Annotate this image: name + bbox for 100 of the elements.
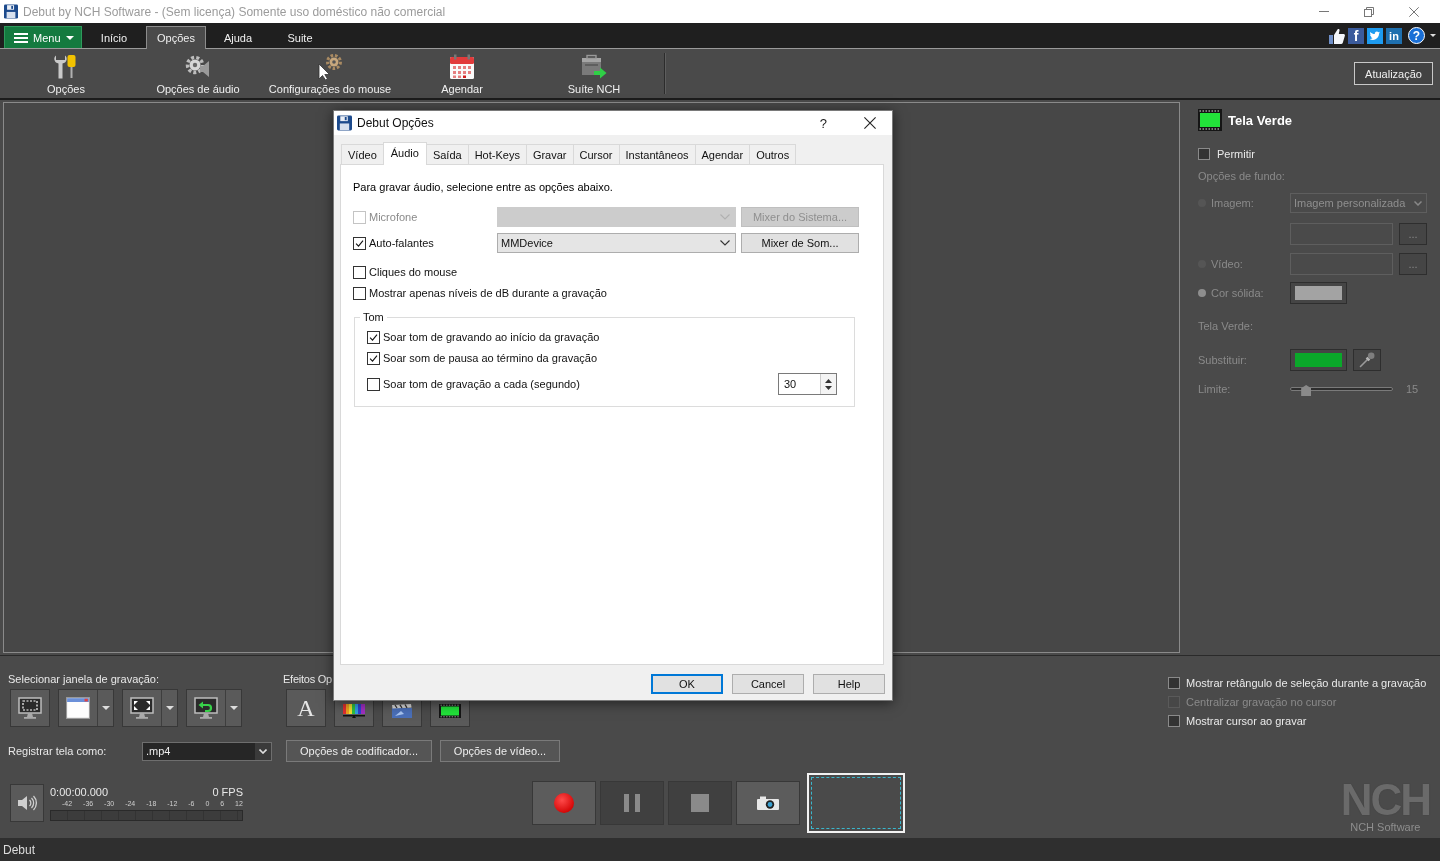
checkbox[interactable] <box>1168 714 1180 727</box>
toolbar-button[interactable]: Configurações do mouse <box>264 49 396 98</box>
field-label: Registrar tela como: <box>8 745 108 757</box>
section-label: Opções de fundo: <box>1198 170 1285 182</box>
snapshot-button[interactable] <box>736 781 800 825</box>
format-dropdown[interactable]: .mp4 <box>142 741 272 761</box>
section-label: Tela Verde: <box>1198 320 1254 332</box>
checkbox-label: Soar tom de gravação a cada (segundo) <box>383 378 580 390</box>
menu-tab[interactable]: Início <box>84 26 144 48</box>
help-button[interactable]: ? <box>819 115 827 131</box>
dialog-tab[interactable]: Vídeo <box>341 144 384 164</box>
speaker-icon <box>17 795 37 811</box>
slider-value: 15 <box>1406 383 1419 395</box>
mixer-button[interactable]: Mixer de Som... <box>741 233 859 253</box>
device-dropdown[interactable]: MMDevice <box>497 233 736 253</box>
caret-icon[interactable] <box>1430 34 1436 37</box>
section-label: Selecionar janela de gravação: <box>8 672 160 686</box>
stop-icon <box>691 794 709 812</box>
section-label: Efeitos Op <box>283 672 332 686</box>
dialog-button[interactable]: Cancel <box>732 674 804 694</box>
linkedin-button[interactable]: in <box>1386 27 1402 44</box>
capture-mode-button[interactable] <box>10 689 50 727</box>
checkbox-label: Soar som de pausa ao término da gravação <box>383 352 598 364</box>
caret-icon <box>720 214 730 220</box>
calendar-icon <box>449 54 475 80</box>
down-arrow-icon[interactable] <box>825 385 832 390</box>
capture-mode-button[interactable] <box>58 689 114 727</box>
caret-icon <box>229 706 238 710</box>
film-icon <box>439 704 461 718</box>
caret-icon <box>101 706 110 710</box>
number-field[interactable]: 30 <box>778 373 837 395</box>
volume-button[interactable] <box>10 784 44 822</box>
dialog-tab[interactable]: Áudio <box>382 142 427 165</box>
toolbar-button[interactable]: Opções <box>0 49 132 98</box>
dialog-tab[interactable]: Agendar <box>694 144 751 164</box>
eyedropper-button[interactable] <box>1353 349 1381 371</box>
checkbox[interactable] <box>1168 676 1180 689</box>
fullscreen-monitor-icon <box>130 697 154 719</box>
text-effect-button[interactable]: A <box>286 689 326 727</box>
camera-icon <box>757 796 779 810</box>
toolbar-button[interactable]: Suíte NCH <box>528 49 660 98</box>
dialog-button[interactable]: Help <box>813 674 885 694</box>
caret-icon <box>66 35 74 40</box>
checkbox[interactable] <box>353 265 366 279</box>
gear-speaker-icon <box>185 54 211 80</box>
menu-tab[interactable]: Suite <box>270 26 330 48</box>
dialog-button[interactable]: OK <box>651 674 723 694</box>
eyedropper-icon <box>1359 352 1375 368</box>
checkbox-label: Mostrar apenas níveis de dB durante a gravação <box>369 287 607 299</box>
toolbar-button[interactable]: Agendar <box>396 49 528 98</box>
checkbox-label: Permitir <box>1217 148 1255 160</box>
toolbar-button[interactable]: Opções de áudio <box>132 49 264 98</box>
checkbox[interactable] <box>1198 148 1210 160</box>
facebook-button[interactable]: f <box>1348 27 1364 44</box>
bird-tile-icon[interactable] <box>1367 27 1383 44</box>
checkbox-label: Soar tom de gravando ao início da gravação <box>383 331 600 343</box>
checkbox[interactable] <box>367 351 380 365</box>
capture-mode-button[interactable] <box>186 689 242 727</box>
record-icon <box>554 793 574 813</box>
capture-mode-button[interactable] <box>122 689 178 727</box>
slider-thumb[interactable] <box>1301 385 1312 396</box>
menu-icon <box>14 32 28 43</box>
color-button[interactable] <box>1290 349 1347 371</box>
help-button[interactable]: ? <box>1408 27 1425 44</box>
checkbox-label: Auto-falantes <box>369 237 434 249</box>
record-button[interactable] <box>532 781 596 825</box>
clapper-icon <box>391 704 413 718</box>
checkbox-label: Centralizar gravação no cursor <box>1186 695 1337 708</box>
toolbox-arrow-icon <box>581 54 607 80</box>
dialog-tab[interactable]: Outros <box>749 144 797 164</box>
video-options-button[interactable]: Opções de vídeo... <box>440 740 560 762</box>
encoder-options-button[interactable]: Opções de codificador... <box>286 740 432 762</box>
checkbox[interactable] <box>367 330 380 344</box>
color-bars-icon <box>343 704 365 718</box>
checkbox[interactable] <box>353 286 366 300</box>
checkbox-label: Cliques do mouse <box>369 266 458 278</box>
radio-label: Cor sólida: <box>1211 287 1264 299</box>
panel-title: Tela Verde <box>1228 112 1293 128</box>
menu-button[interactable]: Menu <box>4 26 82 48</box>
checkbox[interactable] <box>353 236 366 250</box>
checkbox-label: Microfone <box>369 211 418 223</box>
radio-button[interactable] <box>1198 289 1206 297</box>
up-arrow-icon[interactable] <box>825 378 832 383</box>
update-button[interactable]: Atualização <box>1354 62 1433 85</box>
color-button[interactable] <box>1290 282 1347 304</box>
caret-icon <box>259 748 267 754</box>
status-text: Debut <box>3 842 36 857</box>
menu-tab[interactable]: Ajuda <box>208 26 268 48</box>
thumbs-up-icon[interactable] <box>1329 27 1345 44</box>
close-icon[interactable] <box>864 117 876 129</box>
instruction-text: Para gravar áudio, selecione entre as opções abaixo. <box>353 180 613 194</box>
checkbox-label: Mostrar retângulo de seleção durante a gravação <box>1186 676 1427 689</box>
menu-tab[interactable]: Opções <box>146 26 206 49</box>
pause-icon <box>624 794 640 812</box>
checkbox[interactable] <box>367 377 380 391</box>
group-title: Tom <box>362 310 385 324</box>
restore-icon[interactable] <box>1364 6 1374 17</box>
field-label: Substituir: <box>1198 354 1247 366</box>
fps-readout: 0 FPS <box>212 785 243 799</box>
dialog-tab[interactable]: Hot-Keys <box>467 144 527 164</box>
